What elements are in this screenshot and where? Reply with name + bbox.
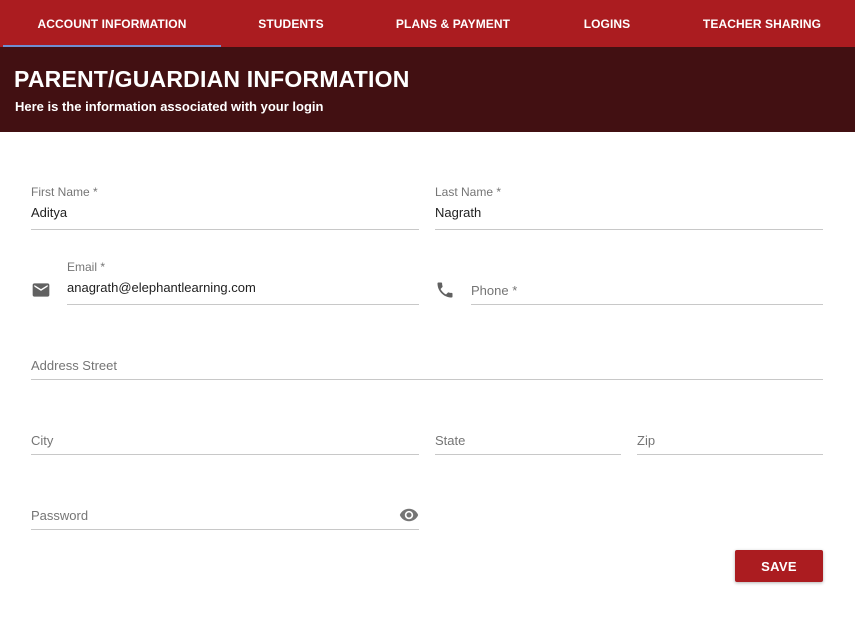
- tab-logins[interactable]: LOGINS: [545, 0, 669, 47]
- email-field[interactable]: Email * anagrath@elephantlearning.com: [67, 260, 419, 310]
- tab-account-information[interactable]: ACCOUNT INFORMATION: [3, 0, 221, 47]
- field-underline: [31, 229, 419, 230]
- last-name-field[interactable]: Last Name * Nagrath: [435, 185, 823, 235]
- tab-students[interactable]: STUDENTS: [221, 0, 361, 47]
- address-street-field[interactable]: Address Street: [31, 335, 823, 385]
- page-banner: PARENT/GUARDIAN INFORMATION Here is the …: [0, 47, 855, 132]
- phone-field[interactable]: Phone *: [471, 260, 823, 310]
- field-underline: [637, 454, 823, 455]
- tab-label: STUDENTS: [258, 16, 324, 31]
- field-underline: [435, 454, 621, 455]
- tab-label: LOGINS: [583, 16, 631, 31]
- zip-placeholder: Zip: [637, 433, 656, 448]
- last-name-label: Last Name *: [435, 185, 502, 199]
- tab-bar: ACCOUNT INFORMATION STUDENTS PLANS & PAY…: [0, 0, 855, 47]
- field-underline: [31, 529, 419, 530]
- tab-label: PLANS & PAYMENT: [395, 16, 511, 31]
- password-field[interactable]: Password: [31, 485, 419, 535]
- tab-label: ACCOUNT INFORMATION: [37, 16, 187, 31]
- email-value: anagrath@elephantlearning.com: [67, 280, 256, 295]
- tab-plans-payment[interactable]: PLANS & PAYMENT: [361, 0, 545, 47]
- page-title: PARENT/GUARDIAN INFORMATION: [14, 66, 410, 92]
- field-underline: [67, 304, 419, 305]
- zip-field[interactable]: Zip: [637, 410, 823, 460]
- last-name-value: Nagrath: [435, 205, 482, 220]
- state-placeholder: State: [435, 433, 466, 448]
- tab-teacher-sharing[interactable]: TEACHER SHARING: [669, 0, 855, 47]
- save-button[interactable]: SAVE: [735, 550, 823, 582]
- first-name-field[interactable]: First Name * Aditya: [31, 185, 419, 235]
- city-placeholder: City: [31, 433, 54, 448]
- state-field[interactable]: State: [435, 410, 621, 460]
- city-field[interactable]: City: [31, 410, 419, 460]
- first-name-value: Aditya: [31, 205, 68, 220]
- eye-icon[interactable]: [399, 505, 419, 525]
- page-subtitle: Here is the information associated with …: [15, 99, 324, 114]
- address-street-placeholder: Address Street: [31, 358, 117, 373]
- phone-placeholder: Phone *: [471, 283, 518, 298]
- field-underline: [435, 229, 823, 230]
- field-underline: [31, 454, 419, 455]
- first-name-label: First Name *: [31, 185, 98, 199]
- phone-icon: [435, 280, 455, 300]
- field-underline: [31, 379, 823, 380]
- email-icon: [31, 280, 51, 300]
- field-underline: [471, 304, 823, 305]
- email-label: Email *: [67, 260, 106, 274]
- tab-label: TEACHER SHARING: [702, 16, 822, 31]
- password-placeholder: Password: [31, 508, 89, 523]
